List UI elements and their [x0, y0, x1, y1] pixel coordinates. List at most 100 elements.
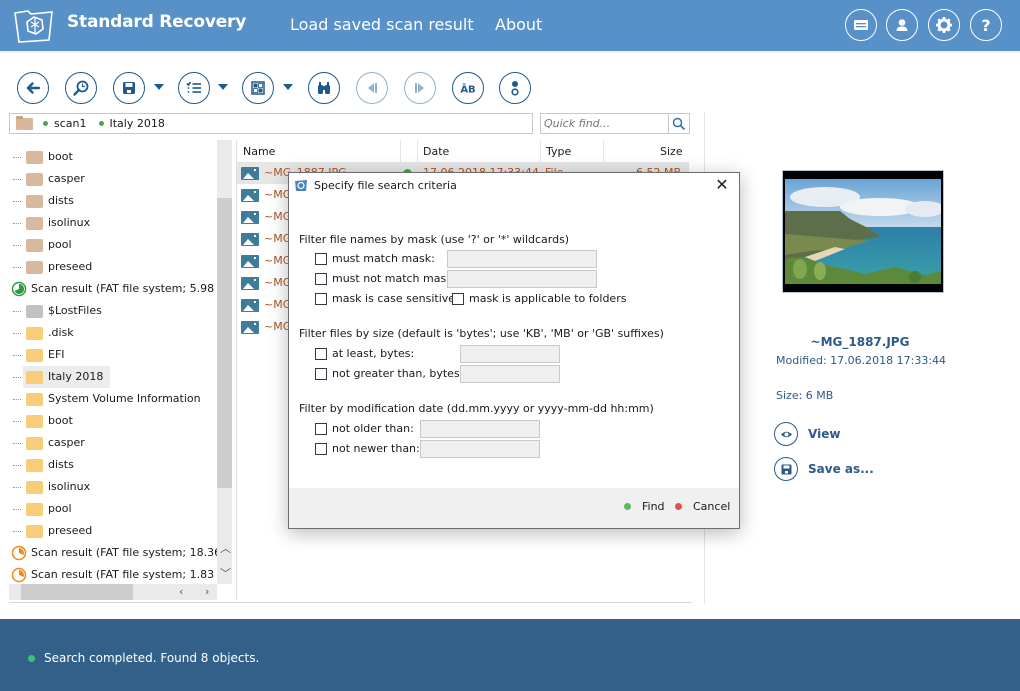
tree-scan-result[interactable]: Scan result (FAT file system; 1.83 GB in	[9, 564, 231, 584]
save-button[interactable]	[113, 72, 145, 104]
case-sensitive-checkbox[interactable]	[315, 292, 327, 305]
scroll-up-arrow[interactable]: ︿	[220, 543, 231, 555]
must-not-match-checkbox-row[interactable]: must not match mask:	[315, 272, 456, 285]
tree-folder-item[interactable]: isolinux	[9, 476, 219, 498]
nav-about[interactable]: About	[495, 15, 542, 34]
search-criteria-dialog: Specify file search criteria ✕ Filter fi…	[288, 172, 740, 529]
tree-folder-item[interactable]: boot	[9, 410, 219, 432]
mark-dropdown-arrow[interactable]	[218, 84, 228, 90]
folders-checkbox[interactable]	[452, 292, 464, 305]
tree-vertical-scroll-thumb[interactable]	[217, 198, 232, 488]
not-newer-checkbox-row[interactable]: not newer than:	[315, 442, 420, 455]
encoding-button[interactable]: ĀB	[452, 72, 484, 104]
info-button[interactable]	[499, 72, 531, 104]
tree-folder-item[interactable]: $LostFiles	[9, 300, 219, 322]
app-window: Standard Recovery Load saved scan result…	[0, 0, 1020, 691]
not-newer-input[interactable]	[420, 440, 540, 458]
not-older-checkbox[interactable]	[315, 422, 327, 435]
not-greater-input[interactable]	[460, 365, 560, 383]
tree-folder-item[interactable]: System Volume Information	[9, 388, 219, 410]
column-size[interactable]: Size	[660, 145, 683, 158]
scroll-left-arrow[interactable]: ‹	[179, 586, 183, 598]
not-greater-checkbox-row[interactable]: not greater than, bytes:	[315, 367, 463, 380]
not-older-input[interactable]	[420, 420, 540, 438]
license-button[interactable]	[845, 9, 877, 41]
must-match-input[interactable]	[447, 250, 597, 268]
tree-folder-item[interactable]: pool	[9, 234, 219, 256]
must-not-match-checkbox[interactable]	[315, 272, 327, 285]
next-icon	[415, 83, 424, 93]
must-match-checkbox[interactable]	[315, 252, 327, 265]
scroll-down-arrow[interactable]: ﹀	[220, 568, 231, 580]
tree-folder-item[interactable]: preseed	[9, 256, 219, 278]
mark-button[interactable]	[178, 72, 210, 104]
column-type[interactable]: Type	[546, 145, 571, 158]
tree-folder-item[interactable]: casper	[9, 168, 219, 190]
at-least-input[interactable]	[460, 345, 560, 363]
view-mode-button[interactable]	[242, 72, 274, 104]
view-button[interactable]: View	[774, 422, 840, 446]
tree-scan-result[interactable]: Scan result (FAT file system; 5.98 GB in	[9, 278, 231, 300]
tree-folder-item[interactable]: preseed	[9, 520, 219, 542]
tree-folder-item[interactable]: Italy 2018	[9, 366, 219, 388]
column-divider	[400, 140, 401, 162]
breadcrumb-item[interactable]: Italy 2018	[110, 117, 165, 130]
preview-thumbnail[interactable]	[782, 170, 944, 293]
find-button[interactable]	[308, 72, 340, 104]
tree-horizontal-scrollbar[interactable]: ‹ ›	[9, 584, 217, 600]
tree-folder-item[interactable]: dists	[9, 454, 219, 476]
view-mode-dropdown-arrow[interactable]	[283, 84, 293, 90]
column-date[interactable]: Date	[423, 145, 449, 158]
tree-folder-item[interactable]: casper	[9, 432, 219, 454]
scan-button[interactable]	[65, 72, 97, 104]
settings-button[interactable]	[928, 9, 960, 41]
back-button[interactable]	[17, 72, 49, 104]
breadcrumb: scan1 Italy 2018	[9, 113, 533, 134]
previous-button[interactable]	[356, 72, 388, 104]
tree-folder-item[interactable]: pool	[9, 498, 219, 520]
case-sensitive-checkbox-row[interactable]: mask is case sensitive	[315, 292, 455, 305]
quick-find-input[interactable]	[541, 114, 668, 133]
tree-folder-item[interactable]: isolinux	[9, 212, 219, 234]
cancel-button[interactable]: Cancel	[675, 500, 730, 513]
quick-find-button[interactable]	[668, 114, 689, 133]
not-newer-checkbox[interactable]	[315, 442, 327, 455]
tree-item-label: System Volume Information	[48, 392, 201, 405]
save-as-button[interactable]: Save as...	[774, 457, 874, 481]
help-button[interactable]: ?	[970, 9, 1002, 41]
tree-folder-item[interactable]: boot	[9, 146, 219, 168]
scroll-right-arrow[interactable]: ›	[205, 586, 209, 598]
tree-horizontal-scroll-thumb[interactable]	[21, 584, 133, 600]
not-older-checkbox-row[interactable]: not older than:	[315, 422, 414, 435]
find-button[interactable]: Find	[624, 500, 665, 513]
folder-icon	[26, 327, 43, 340]
not-greater-checkbox[interactable]	[315, 367, 327, 380]
status-indicator-icon	[28, 655, 35, 662]
scan-result-label: Scan result (FAT file system; 18.36 GB	[31, 546, 231, 559]
at-least-checkbox-row[interactable]: at least, bytes:	[315, 347, 414, 360]
tree-folder-item[interactable]: .disk	[9, 322, 219, 344]
close-icon[interactable]: ✕	[713, 176, 731, 194]
account-button[interactable]	[886, 9, 918, 41]
breadcrumb-item[interactable]: scan1	[54, 117, 87, 130]
tree-scan-result[interactable]: Scan result (FAT file system; 18.36 GB	[9, 542, 231, 564]
tree-folder-item[interactable]: dists	[9, 190, 219, 212]
save-dropdown-arrow[interactable]	[154, 84, 164, 90]
tree-vertical-scrollbar[interactable]: ︿ ﹀	[217, 140, 232, 584]
next-button[interactable]	[404, 72, 436, 104]
floppy-icon	[781, 464, 791, 474]
must-not-match-input[interactable]	[447, 270, 597, 288]
dialog-titlebar[interactable]: Specify file search criteria ✕	[289, 173, 739, 199]
status-dot-icon	[98, 121, 104, 126]
at-least-checkbox[interactable]	[315, 347, 327, 360]
column-name[interactable]: Name	[243, 145, 275, 158]
tree-folder-item[interactable]: EFI	[9, 344, 219, 366]
folders-checkbox-row[interactable]: mask is applicable to folders	[452, 292, 626, 305]
arrow-left-icon	[26, 82, 41, 94]
status-text: Search completed. Found 8 objects.	[44, 651, 260, 665]
must-match-checkbox-row[interactable]: must match mask:	[315, 252, 435, 265]
scan-status-icon	[11, 545, 27, 561]
nav-load-saved-scan[interactable]: Load saved scan result	[290, 15, 474, 34]
find-label: Find	[642, 500, 665, 513]
folder-icon	[26, 239, 43, 252]
